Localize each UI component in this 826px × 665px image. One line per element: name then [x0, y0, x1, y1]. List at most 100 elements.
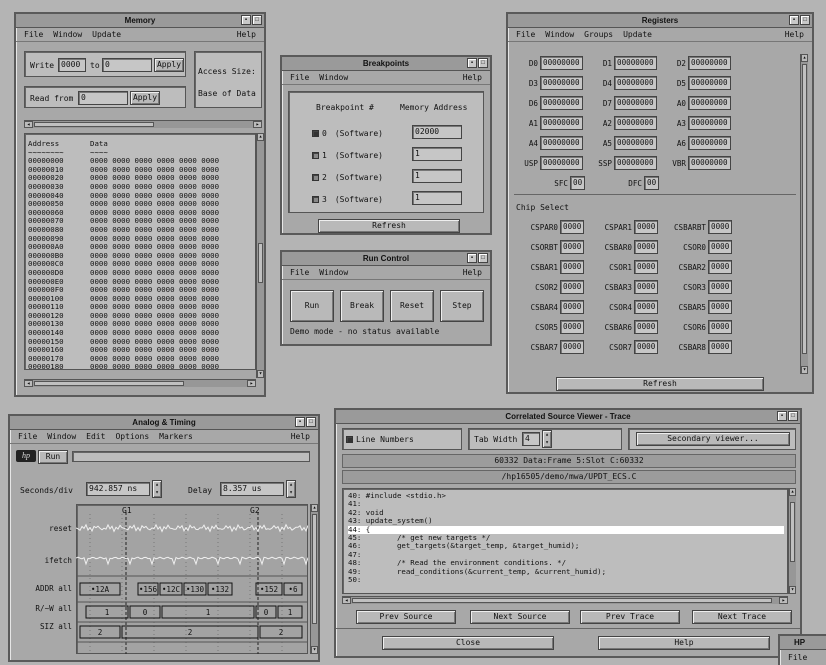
registers-refresh-button[interactable]: Refresh	[556, 377, 764, 391]
signal-label[interactable]: R/~W all	[12, 604, 72, 613]
chip-value[interactable]: 0000	[708, 280, 733, 294]
menu-file[interactable]: File	[18, 432, 37, 441]
signal-label[interactable]: ifetch	[12, 556, 72, 565]
register-value[interactable]: 00000000	[688, 156, 731, 170]
minimize-icon[interactable]: ▪	[777, 411, 787, 421]
scroll-up-icon[interactable]: ▴	[789, 488, 796, 496]
line-numbers-toggle[interactable]: Line Numbers	[346, 435, 414, 444]
register-value[interactable]: 00000000	[614, 56, 657, 70]
maximize-icon[interactable]: □	[478, 253, 488, 263]
chip-value[interactable]: 0000	[560, 320, 585, 334]
write-to-field[interactable]: 0	[102, 58, 152, 72]
breakpoint-address-field[interactable]: 1	[412, 147, 462, 161]
signal-label[interactable]: reset	[12, 524, 72, 533]
source-line[interactable]: 46: get_targets(&target_temp, &target_hu…	[348, 542, 784, 551]
scroll-right-icon[interactable]: ▸	[247, 380, 256, 387]
scroll-right-icon[interactable]: ▸	[253, 121, 262, 128]
chip-value[interactable]: 0000	[634, 240, 659, 254]
register-value[interactable]: 00	[644, 176, 660, 190]
source-line[interactable]: 40: #include <stdio.h>	[348, 491, 784, 500]
source-line[interactable]: 41:	[348, 499, 784, 508]
registers-vscroll[interactable]: ▴ ▾	[800, 54, 808, 374]
breakpoint-row-2[interactable]: 2 (Software)	[312, 173, 383, 182]
maximize-icon[interactable]: □	[788, 411, 798, 421]
menu-markers[interactable]: Markers	[159, 432, 193, 441]
menu-help[interactable]: Help	[785, 30, 804, 39]
scroll-up-icon[interactable]: ▴	[257, 133, 264, 141]
read-apply-button[interactable]: Apply	[130, 91, 160, 105]
chip-value[interactable]: 0000	[634, 220, 659, 234]
next-trace-button[interactable]: Next Trace	[692, 610, 792, 624]
source-line[interactable]: 43: update_system()	[348, 516, 784, 525]
register-value[interactable]: 00000000	[540, 156, 583, 170]
menu-help[interactable]: Help	[463, 268, 482, 277]
scroll-thumb[interactable]	[352, 598, 772, 603]
register-value[interactable]: 00000000	[688, 116, 731, 130]
prev-source-button[interactable]: Prev Source	[356, 610, 456, 624]
reset-button[interactable]: Reset	[390, 290, 434, 322]
signal-label[interactable]: ADDR all	[12, 584, 72, 593]
memory-row[interactable]: 00000180 0000 0000 0000 0000 0000 0000	[28, 363, 250, 372]
register-value[interactable]: 00000000	[614, 96, 657, 110]
menu-window[interactable]: Window	[545, 30, 574, 39]
close-button[interactable]: Close	[382, 636, 554, 650]
register-value[interactable]: 00000000	[688, 76, 731, 90]
register-value[interactable]: 00000000	[614, 136, 657, 150]
maximize-icon[interactable]: □	[478, 58, 488, 68]
register-value[interactable]: 00000000	[540, 116, 583, 130]
chip-value[interactable]: 0000	[708, 320, 733, 334]
scroll-down-icon[interactable]: ▾	[801, 366, 808, 374]
scroll-thumb[interactable]	[802, 64, 807, 354]
chip-value[interactable]: 0000	[560, 240, 585, 254]
menu-file[interactable]: File	[290, 73, 309, 82]
source-line[interactable]: 50:	[348, 575, 784, 584]
scroll-thumb[interactable]	[34, 122, 154, 127]
access-size-label[interactable]: Access Size:	[198, 67, 256, 76]
scroll-left-icon[interactable]: ◂	[24, 380, 33, 387]
scroll-thumb[interactable]	[790, 502, 795, 562]
menu-window[interactable]: Window	[319, 73, 348, 82]
minimize-icon[interactable]: ▪	[789, 15, 799, 25]
memory-titlebar[interactable]: Memory ▪ □	[16, 14, 264, 28]
minimize-icon[interactable]: ▪	[467, 58, 477, 68]
scroll-down-icon[interactable]: ▾	[789, 586, 796, 594]
break-button[interactable]: Break	[340, 290, 384, 322]
register-value[interactable]: 00000000	[614, 156, 657, 170]
register-value[interactable]: 00000000	[614, 116, 657, 130]
register-value[interactable]: 00000000	[688, 136, 731, 150]
next-source-button[interactable]: Next Source	[470, 610, 570, 624]
breakpoint-checkbox[interactable]	[312, 174, 319, 181]
menu-file[interactable]: File	[290, 268, 309, 277]
read-from-field[interactable]: 0	[78, 91, 128, 105]
breakpoint-row-3[interactable]: 3 (Software)	[312, 195, 383, 204]
corner-menu-file[interactable]: File	[788, 653, 807, 662]
breakpoint-row-1[interactable]: 1 (Software)	[312, 151, 383, 160]
scroll-left-icon[interactable]: ◂	[24, 121, 33, 128]
tab-width-field[interactable]: 4	[522, 432, 540, 446]
breakpoint-address-field[interactable]: 02000	[412, 125, 462, 139]
breakpoints-refresh-button[interactable]: Refresh	[318, 219, 460, 233]
chip-value[interactable]: 0000	[708, 240, 733, 254]
breakpoint-checkbox[interactable]	[312, 130, 319, 137]
chip-value[interactable]: 0000	[634, 280, 659, 294]
seconds-div-spinner[interactable]: ▴ ▾	[152, 480, 162, 498]
run-button[interactable]: Run	[290, 290, 334, 322]
scroll-left-icon[interactable]: ◂	[342, 597, 351, 604]
register-value[interactable]: 00	[570, 176, 586, 190]
menu-window[interactable]: Window	[319, 268, 348, 277]
scroll-thumb[interactable]	[312, 514, 317, 624]
register-value[interactable]: 00000000	[688, 96, 731, 110]
breakpoint-address-field[interactable]: 1	[412, 169, 462, 183]
registers-titlebar[interactable]: Registers ▪ □	[508, 14, 812, 28]
chip-value[interactable]: 0000	[708, 220, 733, 234]
memory-vscroll[interactable]: ▴ ▾	[256, 133, 264, 378]
chip-value[interactable]: 0000	[634, 300, 659, 314]
menu-file[interactable]: File	[516, 30, 535, 39]
trace-titlebar[interactable]: Correlated Source Viewer - Trace ▪ □	[336, 410, 800, 424]
chip-value[interactable]: 0000	[560, 280, 585, 294]
memory-bottom-hscroll[interactable]: ◂ ▸	[24, 379, 256, 387]
run-control-titlebar[interactable]: Run Control ▪ □	[282, 252, 490, 266]
register-value[interactable]: 00000000	[614, 76, 657, 90]
scroll-thumb[interactable]	[258, 243, 263, 283]
line-numbers-checkbox[interactable]	[346, 436, 353, 443]
